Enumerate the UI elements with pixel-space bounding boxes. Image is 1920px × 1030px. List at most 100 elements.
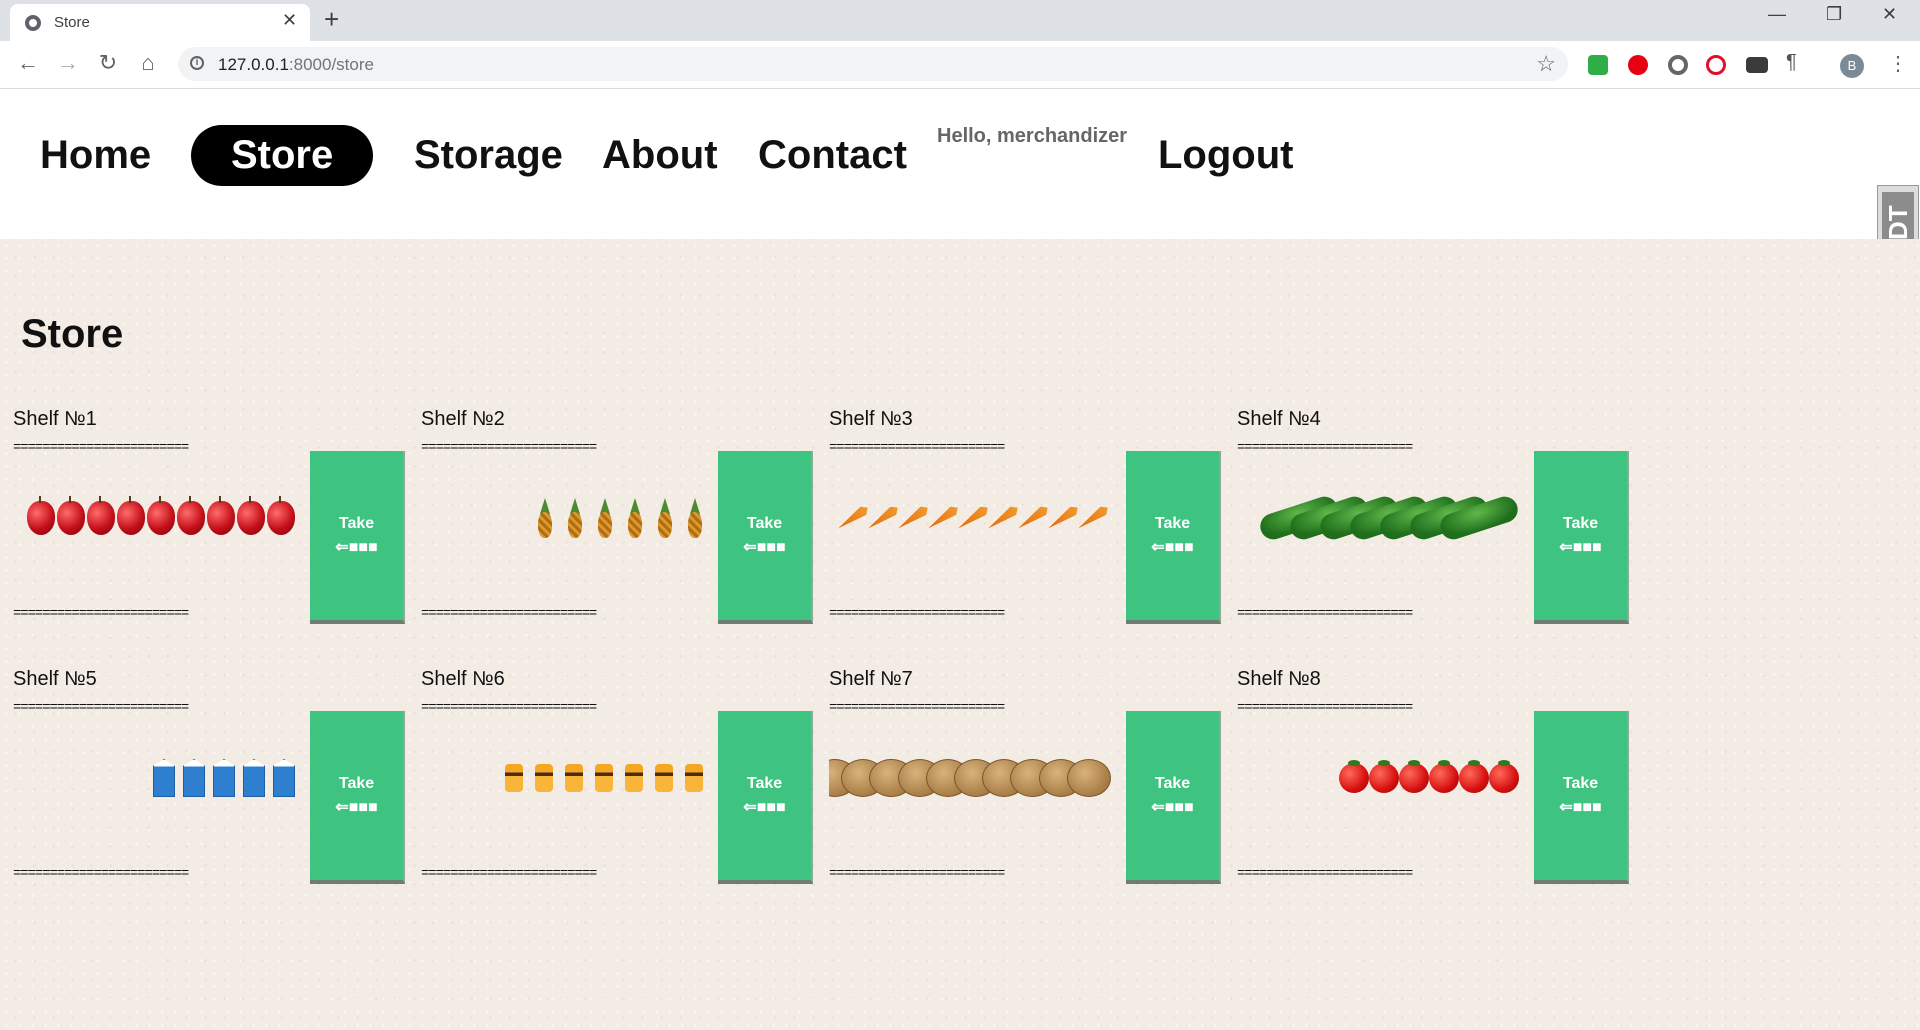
potato-icon (1066, 759, 1111, 797)
shelf-top-rule: ======================== (829, 440, 1005, 456)
url-text[interactable]: 127.0.0.1:8000/store (218, 55, 374, 75)
tomato-icon (1339, 760, 1369, 793)
shelf-2: Shelf №2 ======================== ========… (421, 408, 821, 648)
shelf-items (13, 492, 295, 544)
browser-tab[interactable]: Store ✕ (10, 4, 310, 41)
shelf-label: Shelf №4 (1237, 408, 1321, 430)
juice-icon (505, 764, 523, 792)
nav-about[interactable]: About (602, 133, 718, 178)
carrot-icon (925, 504, 960, 533)
profile-avatar[interactable]: B (1840, 54, 1864, 78)
take-arrow-icon: ⇐■■■ (1151, 798, 1194, 816)
forward-arrow-icon[interactable]: → (54, 50, 82, 76)
take-button[interactable]: Take ⇐■■■ (1534, 711, 1629, 884)
milk-icon (153, 759, 175, 797)
take-button-label: Take (1562, 774, 1599, 792)
extension-dots-icon[interactable] (1746, 57, 1768, 73)
shelf-bottom-rule: ======================== (13, 606, 189, 622)
nav-contact[interactable]: Contact (758, 133, 907, 178)
take-arrow-icon: ⇐■■■ (1559, 798, 1602, 816)
apple-icon (147, 496, 175, 535)
take-button-label: Take (338, 774, 375, 792)
shelf-bottom-rule: ======================== (1237, 606, 1413, 622)
shelf-label: Shelf №7 (829, 668, 913, 690)
shelf-top-rule: ======================== (13, 700, 189, 716)
bookmark-star-icon[interactable]: ☆ (1536, 51, 1556, 77)
back-arrow-icon[interactable]: ← (14, 50, 42, 76)
extension-download-icon[interactable] (1588, 55, 1608, 75)
tomato-icon (1489, 760, 1519, 793)
shelf-bottom-rule: ======================== (1237, 866, 1413, 882)
take-button-label: Take (1562, 514, 1599, 532)
pineapple-icon (567, 498, 583, 538)
take-arrow-icon: ⇐■■■ (1559, 538, 1602, 556)
juice-icon (565, 764, 583, 792)
tomato-icon (1459, 760, 1489, 793)
milk-icon (243, 759, 265, 797)
carrot-icon (895, 504, 930, 533)
nav-storage[interactable]: Storage (414, 133, 563, 178)
reload-icon[interactable]: ↻ (94, 50, 122, 76)
shelf-items (13, 752, 295, 804)
take-button[interactable]: Take ⇐■■■ (1126, 711, 1221, 884)
browser-tab-strip: Store ✕ + — ❐ ✕ (0, 0, 1920, 41)
shelf-items (829, 752, 1111, 804)
pineapple-icon (597, 498, 613, 538)
browser-menu-icon[interactable]: ⋮ (1888, 51, 1908, 76)
globe-icon (25, 15, 41, 31)
take-arrow-icon: ⇐■■■ (1151, 538, 1194, 556)
carrot-icon (985, 504, 1020, 533)
apple-icon (207, 496, 235, 535)
close-tab-icon[interactable]: ✕ (282, 10, 297, 31)
shelf-bottom-rule: ======================== (829, 606, 1005, 622)
juice-icon (535, 764, 553, 792)
shelf-4: Shelf №4 ======================== ========… (1237, 408, 1637, 648)
nav-logout[interactable]: Logout (1158, 133, 1294, 178)
shelf-bottom-rule: ======================== (421, 866, 597, 882)
take-button[interactable]: Take ⇐■■■ (1534, 451, 1629, 624)
user-greeting: Hello, merchandizer (937, 125, 1128, 147)
take-button-label: Take (1154, 774, 1191, 792)
new-tab-icon[interactable]: + (324, 4, 339, 35)
milk-icon (183, 759, 205, 797)
apple-icon (57, 496, 85, 535)
pineapple-icon (537, 498, 553, 538)
take-button[interactable]: Take ⇐■■■ (718, 451, 813, 624)
extension-block-icon[interactable] (1706, 55, 1726, 75)
shelf-bottom-rule: ======================== (13, 866, 189, 882)
address-bar[interactable]: i 127.0.0.1:8000/store ☆ (178, 47, 1568, 81)
extension-paragraph-icon[interactable]: ¶ (1786, 51, 1797, 74)
take-button[interactable]: Take ⇐■■■ (310, 711, 405, 884)
pineapple-icon (687, 498, 703, 538)
shelf-bottom-rule: ======================== (829, 866, 1005, 882)
shelf-items (421, 492, 703, 544)
take-button[interactable]: Take ⇐■■■ (718, 711, 813, 884)
take-button[interactable]: Take ⇐■■■ (310, 451, 405, 624)
milk-icon (273, 759, 295, 797)
extension-circle-icon[interactable] (1668, 55, 1688, 75)
apple-icon (267, 496, 295, 535)
extension-opera-icon[interactable] (1628, 55, 1648, 75)
take-button-label: Take (746, 774, 783, 792)
site-info-icon[interactable]: i (190, 56, 204, 70)
carrot-icon (955, 504, 990, 533)
shelf-label: Shelf №8 (1237, 668, 1321, 690)
take-arrow-icon: ⇐■■■ (335, 538, 378, 556)
tomato-icon (1429, 760, 1459, 793)
milk-icon (213, 759, 235, 797)
carrot-icon (835, 504, 870, 533)
shelf-6: Shelf №6 ======================== ========… (421, 668, 821, 908)
shelf-items (829, 492, 1111, 544)
nav-home[interactable]: Home (40, 133, 151, 178)
close-window-icon[interactable]: ✕ (1882, 4, 1897, 25)
juice-icon (625, 764, 643, 792)
nav-store[interactable]: Store (191, 125, 374, 186)
restore-icon[interactable]: ❐ (1826, 4, 1842, 25)
minimize-icon[interactable]: — (1768, 4, 1786, 25)
home-icon[interactable]: ⌂ (134, 50, 162, 76)
take-button[interactable]: Take ⇐■■■ (1126, 451, 1221, 624)
page-title: Store (21, 312, 124, 356)
tab-title: Store (54, 14, 90, 31)
shelf-top-rule: ======================== (1237, 700, 1413, 716)
take-arrow-icon: ⇐■■■ (335, 798, 378, 816)
